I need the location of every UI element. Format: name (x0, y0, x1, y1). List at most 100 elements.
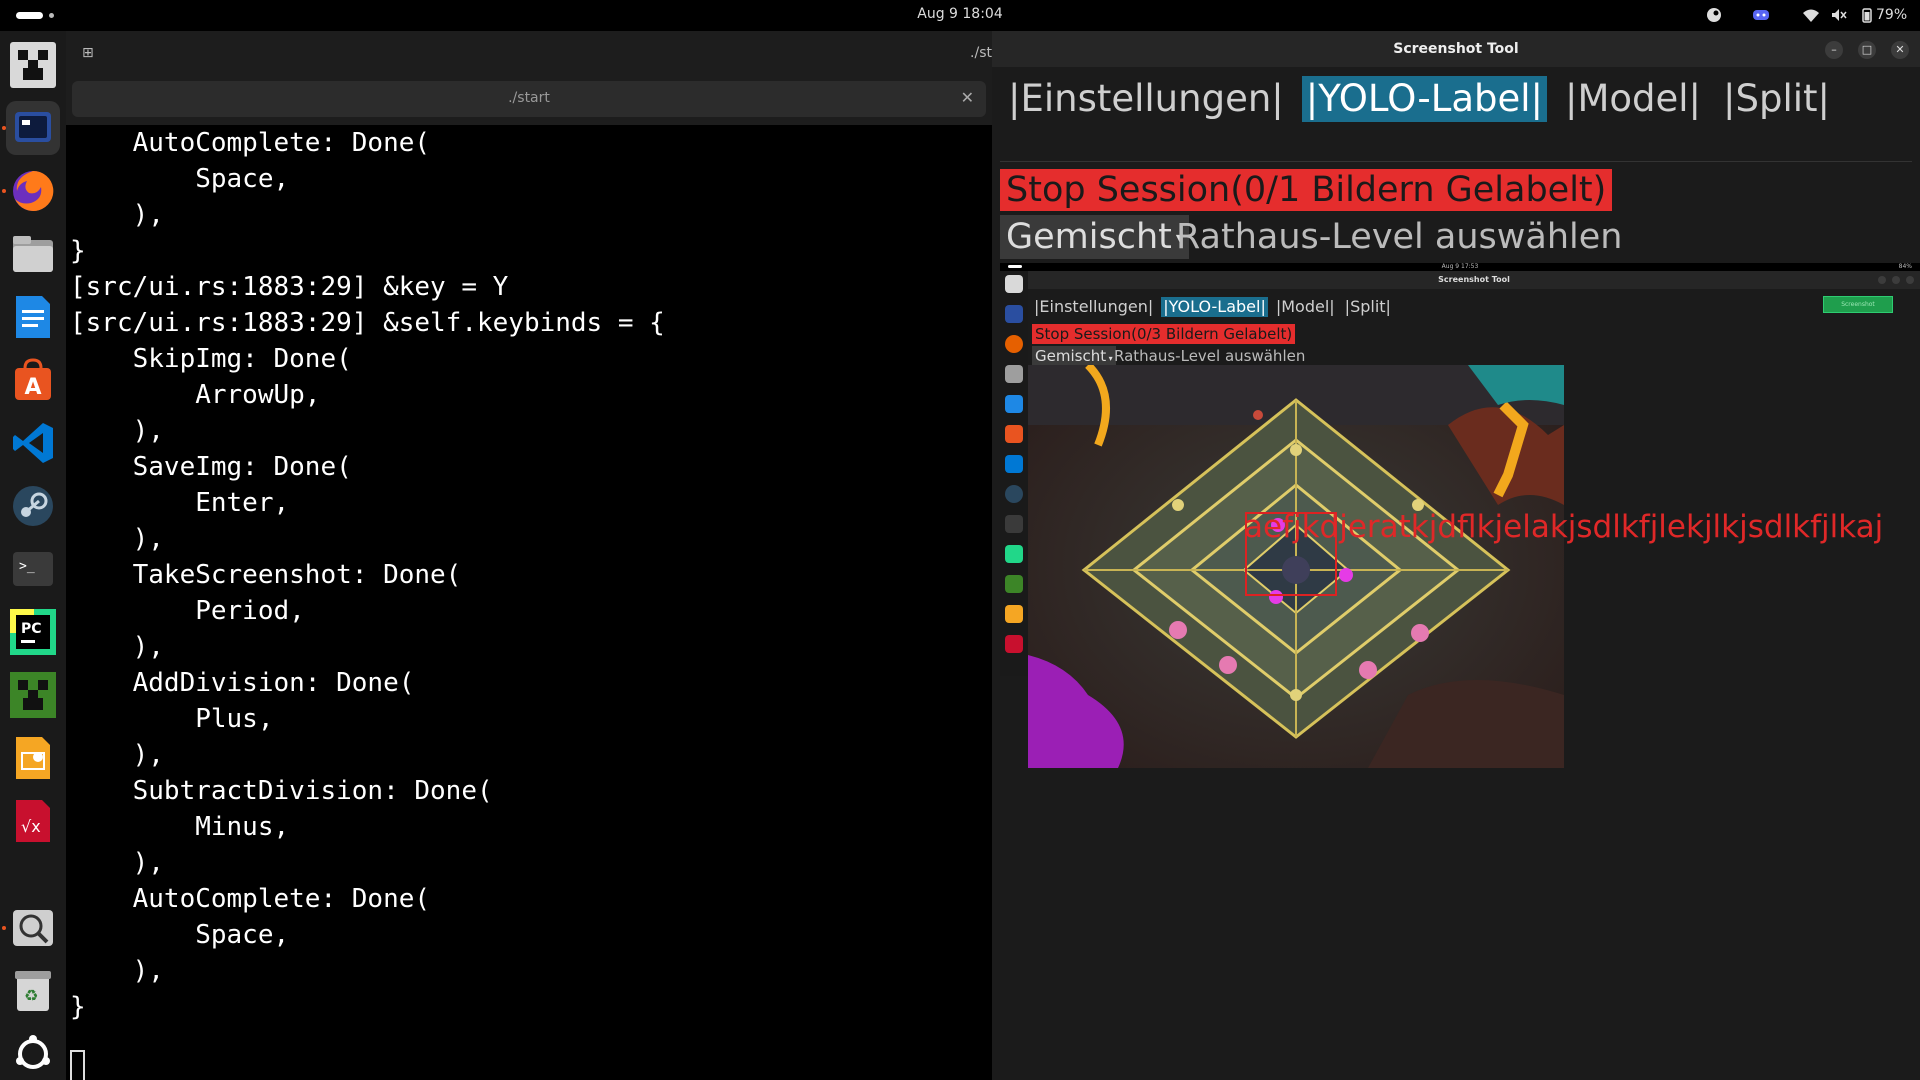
terminal-app-icon[interactable] (6, 101, 60, 155)
steam-icon[interactable] (6, 479, 60, 533)
terminal-window: ⊞ ./st ./start ✕ AutoComplete: Done( Spa… (66, 31, 992, 1080)
preview-green-button: Screenshot (1823, 296, 1893, 313)
tab-einstellungen[interactable]: |Einstellungen| (1004, 76, 1288, 122)
terminal-line: AutoComplete: Done( (70, 128, 431, 158)
terminal-title: ./st (970, 45, 992, 61)
files-icon (1005, 365, 1023, 383)
close-icon[interactable]: ✕ (961, 88, 974, 107)
terminal-app-icon (1005, 305, 1023, 323)
mode-select-value: Gemischt (1006, 217, 1172, 257)
vscode-icon[interactable] (6, 416, 60, 470)
terminal-line: ), (70, 200, 164, 230)
terminal-line: } (70, 992, 86, 1022)
image-viewer-icon[interactable] (6, 901, 60, 955)
preview-top-bar: Aug 9 17:53 84% (1000, 263, 1920, 271)
minecraft-icon (1005, 275, 1023, 293)
terminal-output[interactable]: AutoComplete: Done( Space, ), } [src/ui.… (70, 125, 988, 1080)
preview-dock (1000, 271, 1028, 676)
app-content: |Einstellungen| |YOLO-Label| |Model| |Sp… (992, 67, 1920, 1080)
preview-tab-yolo-label: |YOLO-Label| (1161, 297, 1268, 317)
volume-muted-icon[interactable] (1830, 7, 1848, 27)
libreoffice-writer-icon[interactable] (6, 290, 60, 344)
running-indicator (2, 189, 6, 193)
libreoffice-math-icon (1005, 635, 1023, 653)
terminal-icon[interactable]: >_ (6, 542, 60, 596)
screenshot-preview[interactable]: Aug 9 17:53 84% Screenshot Tool |Einstel… (1000, 263, 1920, 1080)
vscode-icon (1005, 455, 1023, 473)
tab-model[interactable]: |Model| (1561, 76, 1705, 122)
tab-yolo-label[interactable]: |YOLO-Label| (1301, 76, 1547, 122)
minecraft-launcher-icon[interactable] (6, 668, 60, 722)
divider (1000, 161, 1912, 162)
close-button[interactable]: ✕ (1891, 41, 1909, 59)
preview-mode-select-value: Gemischt (1035, 347, 1107, 365)
minimize-icon (1878, 276, 1886, 284)
clock[interactable]: Aug 9 18:04 (0, 6, 1920, 22)
dock: A >_ PC √x ♻ (0, 31, 66, 1080)
terminal-line: ), (70, 632, 164, 662)
preview-tab-model: |Model| (1275, 297, 1335, 316)
preview-window-title: Screenshot Tool (1438, 275, 1510, 284)
terminal-line: ), (70, 524, 164, 554)
preview-titlebar: Screenshot Tool (1028, 271, 1920, 289)
window-titlebar[interactable]: Screenshot Tool – □ ✕ (992, 31, 1920, 67)
battery-icon[interactable] (1862, 7, 1872, 27)
app-center-icon (1005, 425, 1023, 443)
preview-clock: Aug 9 17:53 (1441, 263, 1479, 270)
libreoffice-math-icon[interactable]: √x (6, 794, 60, 848)
terminal-tab[interactable]: ./start ✕ (72, 81, 986, 117)
terminal-icon (1005, 515, 1023, 533)
app-center-icon[interactable]: A (6, 353, 60, 407)
preview-level-placeholder: Rathaus-Level auswählen (1114, 347, 1306, 365)
terminal-line: [src/ui.rs:1883:29] &self.keybinds = { (70, 308, 665, 338)
terminal-tab-label: ./start (508, 90, 550, 106)
minecraft-icon[interactable] (6, 38, 60, 92)
terminal-line: ArrowUp, (70, 380, 321, 410)
wifi-icon[interactable] (1802, 7, 1820, 27)
terminal-line: Plus, (70, 704, 274, 734)
svg-text:√x: √x (21, 817, 41, 836)
preview-tab-bar: |Einstellungen| |YOLO-Label| |Model| |Sp… (1032, 297, 1399, 317)
pycharm-icon (1005, 545, 1023, 563)
libreoffice-writer-icon (1005, 395, 1023, 413)
mode-select[interactable]: Gemischt ▾ (1000, 215, 1189, 259)
chevron-down-icon: ▾ (1106, 354, 1113, 363)
terminal-line: ), (70, 740, 164, 770)
terminal-tab-bar: ./start ✕ (66, 77, 992, 125)
terminal-line: SubtractDivision: Done( (70, 776, 493, 806)
minimize-button[interactable]: – (1825, 41, 1843, 59)
tab-split[interactable]: |Split| (1719, 76, 1834, 122)
preview-tab-einstellungen: |Einstellungen| (1034, 297, 1154, 316)
preview-mode-select: Gemischt ▾ (1032, 346, 1116, 366)
terminal-line: [src/ui.rs:1883:29] &key = Y (70, 272, 509, 302)
pycharm-icon[interactable]: PC (6, 605, 60, 659)
level-select-placeholder[interactable]: Rathaus-Level auswählen (1176, 215, 1622, 259)
show-apps-icon[interactable] (6, 1027, 60, 1080)
terminal-line: ), (70, 956, 164, 986)
terminal-line: AddDivision: Done( (70, 668, 415, 698)
close-icon (1906, 276, 1914, 284)
game-screenshot-image[interactable] (1028, 365, 1564, 768)
screenshot-tool-window: Screenshot Tool – □ ✕ |Einstellungen| |Y… (992, 31, 1920, 1080)
window-title: Screenshot Tool (1393, 41, 1519, 57)
discord-tray-icon[interactable] (1752, 7, 1770, 27)
terminal-line: SkipImg: Done( (70, 344, 352, 374)
steam-icon (1005, 485, 1023, 503)
maximize-icon (1892, 276, 1900, 284)
battery-percent[interactable]: 79% (1876, 7, 1907, 23)
terminal-line: ), (70, 848, 164, 878)
terminal-line: SaveImg: Done( (70, 452, 352, 482)
system-top-bar: Aug 9 18:04 79% (0, 0, 1920, 31)
maximize-button[interactable]: □ (1858, 41, 1876, 59)
libreoffice-impress-icon[interactable] (6, 731, 60, 785)
stop-session-button[interactable]: Stop Session(0/1 Bildern Gelabelt) (1000, 169, 1613, 211)
new-tab-icon[interactable]: ⊞ (82, 45, 94, 61)
trash-icon[interactable]: ♻ (6, 964, 60, 1018)
minecraft-launcher-icon (1005, 575, 1023, 593)
preview-tray: 84% (1898, 263, 1912, 270)
terminal-line: TakeScreenshot: Done( (70, 560, 462, 590)
terminal-line: Space, (70, 920, 290, 950)
steam-tray-icon[interactable] (1706, 7, 1722, 27)
files-icon[interactable] (6, 227, 60, 281)
firefox-icon[interactable] (6, 164, 60, 218)
